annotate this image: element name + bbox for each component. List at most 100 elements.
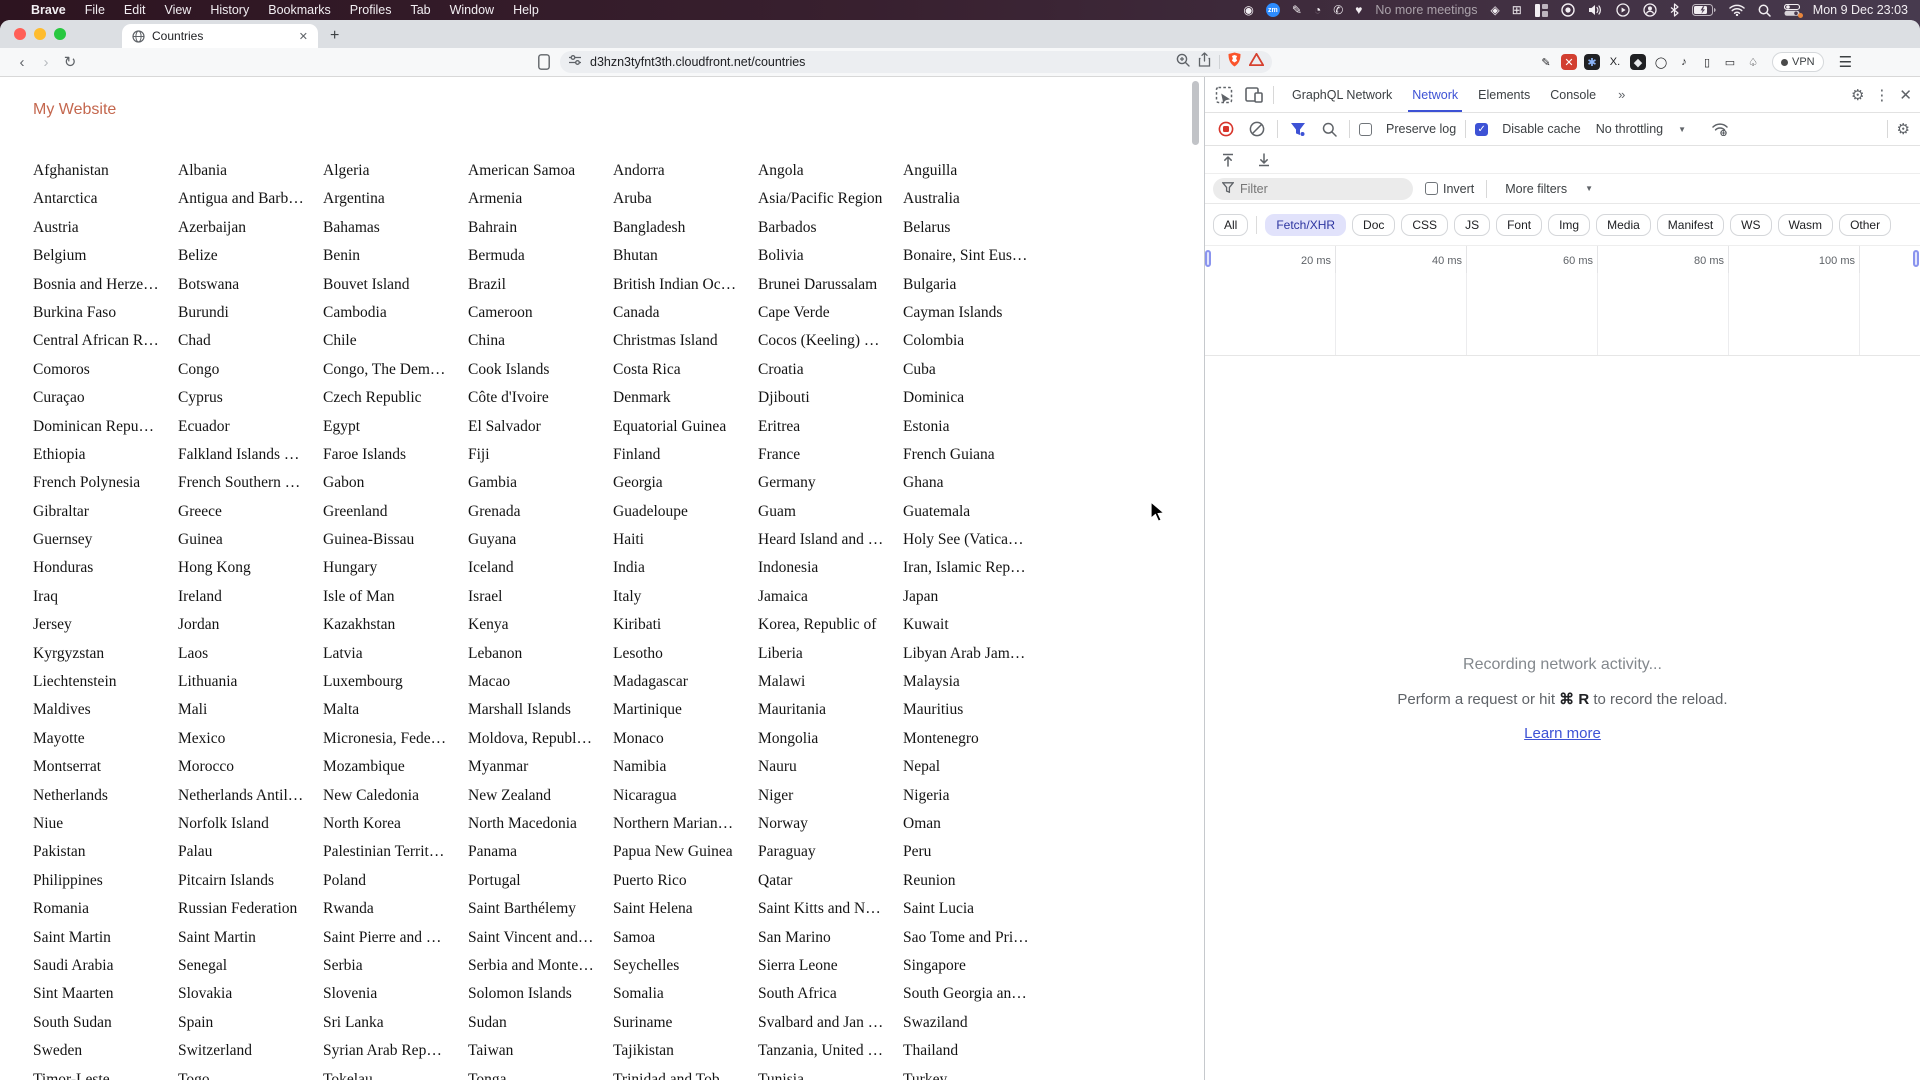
filter-chip-wasm[interactable]: Wasm [1777, 213, 1834, 236]
card-extension-icon[interactable]: ▭ [1722, 54, 1738, 70]
bluetooth-icon[interactable] [1670, 3, 1679, 17]
volume-icon[interactable] [1588, 4, 1603, 16]
browser-menu-icon[interactable]: ☰ [1839, 53, 1852, 71]
devtools-tab-elements[interactable]: Elements [1468, 77, 1540, 112]
time-tracker-icon[interactable]: ◔ [1314, 4, 1321, 16]
learn-more-link[interactable]: Learn more [1524, 725, 1601, 742]
preserve-log-checkbox[interactable] [1359, 122, 1372, 136]
invert-checkbox[interactable] [1425, 182, 1438, 195]
meetings-status-text[interactable]: No more meetings [1375, 3, 1477, 17]
wifi-icon[interactable] [1729, 4, 1745, 16]
network-conditions-icon[interactable] [1709, 118, 1731, 140]
filter-chip-manifest[interactable]: Manifest [1656, 213, 1725, 236]
inspect-element-icon[interactable] [1213, 84, 1235, 106]
device-toolbar-icon[interactable] [1243, 84, 1265, 106]
play-circle-icon[interactable] [1616, 3, 1630, 17]
red-extension-icon[interactable]: ✕ [1561, 54, 1577, 70]
filter-funnel-icon[interactable] [1287, 118, 1309, 140]
page-scrollbar[interactable] [1192, 81, 1199, 145]
brave-rewards-triangle-icon[interactable] [1248, 52, 1265, 71]
forward-button[interactable]: › [34, 54, 58, 71]
menu-window[interactable]: Window [450, 3, 494, 17]
url-text[interactable]: d3hzn3tyfnt3th.cloudfront.net/countries [590, 55, 1168, 69]
maximize-window-button[interactable] [54, 28, 66, 40]
back-button[interactable]: ‹ [10, 54, 34, 71]
menu-edit[interactable]: Edit [124, 3, 146, 17]
filter-chip-js[interactable]: JS [1454, 213, 1491, 236]
spade-extension-icon[interactable]: ♤ [1745, 54, 1761, 70]
minimize-window-button[interactable] [34, 28, 46, 40]
more-filters-caret-icon[interactable]: ▼ [1585, 184, 1593, 193]
control-center-icon[interactable] [1783, 4, 1803, 18]
brave-shield-icon[interactable] [1228, 52, 1241, 72]
filter-chip-doc[interactable]: Doc [1352, 213, 1396, 236]
x-extension-icon[interactable]: X. [1607, 54, 1623, 70]
close-window-button[interactable] [14, 28, 26, 40]
record-network-log-button[interactable] [1215, 118, 1237, 140]
reload-button[interactable]: ↻ [58, 53, 82, 71]
tiles-icon[interactable] [1534, 3, 1548, 17]
filter-chip-ws[interactable]: WS [1730, 213, 1772, 236]
scribble-app-icon[interactable]: ✎ [1292, 4, 1302, 16]
menu-brave[interactable]: Brave [31, 3, 66, 17]
zoom-app-icon[interactable]: zm [1265, 3, 1280, 17]
spotlight-search-icon[interactable] [1758, 4, 1771, 17]
record-menu-icon[interactable] [1561, 3, 1575, 17]
more-filters-button[interactable]: More filters [1505, 182, 1567, 196]
phone-app-icon[interactable]: ✆ [1333, 4, 1343, 16]
more-tabs-chevron[interactable]: » [1614, 87, 1629, 102]
menu-tab[interactable]: Tab [410, 3, 430, 17]
filter-chip-img[interactable]: Img [1548, 213, 1591, 236]
devtools-tab-network[interactable]: Network [1402, 77, 1468, 112]
import-har-icon[interactable] [1217, 149, 1239, 171]
site-settings-icon[interactable] [568, 53, 582, 71]
preserve-log-label[interactable]: Preserve log [1386, 122, 1456, 136]
tab-close-icon[interactable]: ✕ [299, 30, 308, 43]
clear-network-log-button[interactable] [1246, 118, 1268, 140]
throttling-dropdown[interactable]: No throttling [1596, 122, 1663, 136]
menu-file[interactable]: File [85, 3, 105, 17]
pixel-extension-icon[interactable]: ✱ [1584, 54, 1600, 70]
menu-clock[interactable]: Mon 9 Dec 23:03 [1813, 3, 1908, 17]
devtools-tab-console[interactable]: Console [1540, 77, 1606, 112]
disable-cache-checkbox[interactable]: ✓ [1475, 122, 1489, 136]
search-network-icon[interactable] [1318, 118, 1340, 140]
throttling-caret-icon[interactable]: ▼ [1678, 125, 1686, 134]
share-icon[interactable] [1198, 52, 1211, 72]
screen-recording-icon[interactable]: ◉ [1243, 4, 1253, 16]
export-har-icon[interactable] [1253, 149, 1275, 171]
filter-chip-font[interactable]: Font [1496, 213, 1543, 236]
vpn-button[interactable]: VPN [1772, 52, 1824, 72]
filter-chip-css[interactable]: CSS [1401, 213, 1449, 236]
battery-icon[interactable] [1691, 4, 1716, 16]
menu-view[interactable]: View [164, 3, 191, 17]
filter-input[interactable] [1240, 181, 1390, 196]
invert-label[interactable]: Invert [1443, 182, 1474, 196]
columns-extension-icon[interactable]: ▯ [1699, 54, 1715, 70]
filter-chip-fetch-xhr[interactable]: Fetch/XHR [1265, 213, 1347, 236]
url-bar[interactable]: d3hzn3tyfnt3th.cloudfront.net/countries [560, 51, 1272, 73]
music-extension-icon[interactable]: ♪ [1676, 54, 1692, 70]
reading-list-icon[interactable] [538, 54, 550, 70]
new-tab-button[interactable]: + [330, 27, 339, 45]
timeline-left-bracket[interactable] [1205, 250, 1211, 267]
menu-profiles[interactable]: Profiles [350, 3, 392, 17]
filter-chip-all[interactable]: All [1213, 213, 1249, 236]
tab-countries[interactable]: Countries ✕ [122, 24, 318, 48]
window-manager-icon[interactable]: ⊞ [1512, 4, 1522, 16]
disable-cache-label[interactable]: Disable cache [1502, 122, 1581, 136]
heart-app-icon[interactable]: ♥ [1355, 4, 1362, 16]
ring-extension-icon[interactable]: ◯ [1653, 54, 1669, 70]
zoom-page-icon[interactable] [1176, 53, 1190, 72]
filter-chip-other[interactable]: Other [1839, 213, 1892, 236]
timeline-right-bracket[interactable] [1913, 250, 1919, 267]
menu-help[interactable]: Help [513, 3, 539, 17]
network-settings-gear-icon[interactable]: ⚙ [1897, 120, 1910, 138]
compass-app-icon[interactable]: ◈ [1491, 4, 1500, 16]
devtools-close-icon[interactable]: ✕ [1899, 86, 1912, 104]
pen-extension-icon[interactable]: ✎ [1538, 54, 1554, 70]
devtools-settings-gear-icon[interactable]: ⚙ [1851, 86, 1864, 104]
filter-input-pill[interactable] [1213, 177, 1413, 200]
user-circle-icon[interactable] [1643, 3, 1657, 17]
menu-history[interactable]: History [210, 3, 249, 17]
